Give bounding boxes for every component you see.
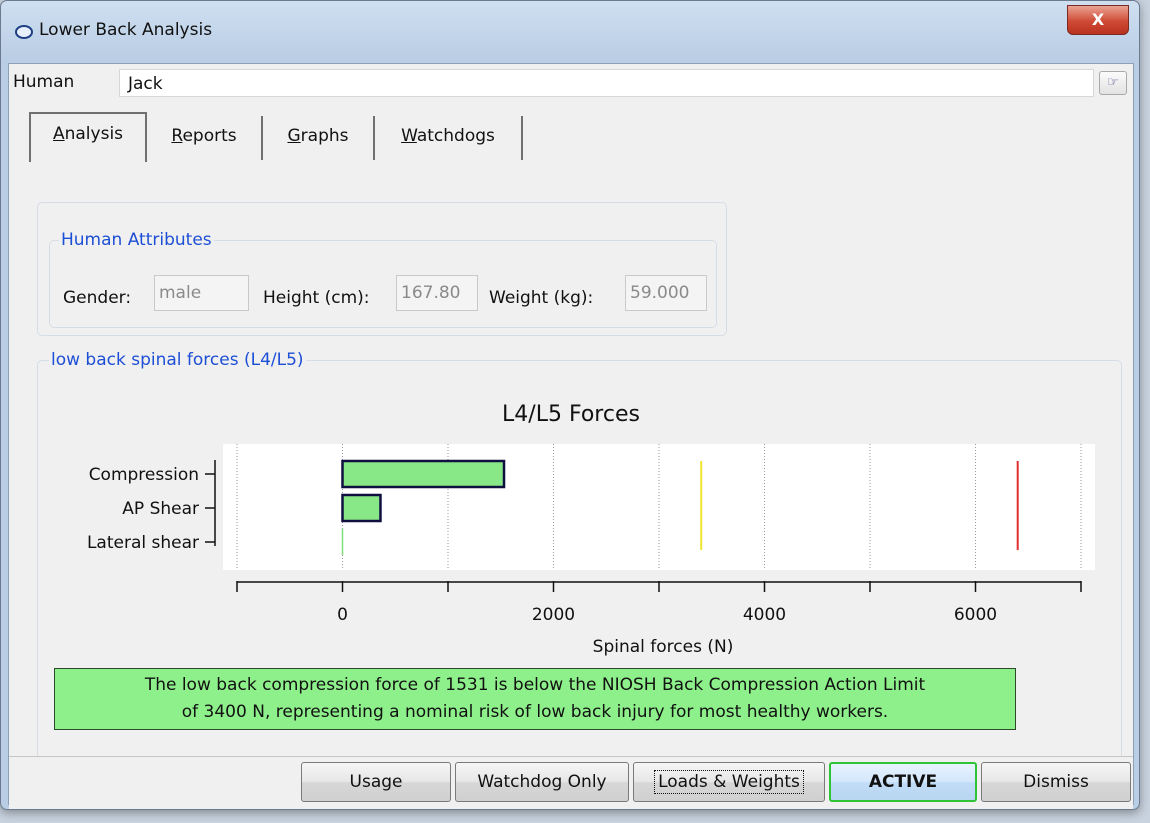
weight-label: Weight (kg): <box>489 288 594 308</box>
weight-field: 59.000 <box>625 275 707 311</box>
tab-watchdogs[interactable]: Watchdogs <box>375 116 523 160</box>
lower-back-analysis-window: Lower Back Analysis X Human Jack ☞ Analy… <box>0 0 1140 810</box>
human-label: Human <box>13 72 75 92</box>
tab-reports-mnemonic: R <box>171 126 183 146</box>
button-bar: Usage Watchdog Only Loads & Weights ACTI… <box>9 756 1133 809</box>
human-row: Human Jack ☞ <box>9 64 1133 98</box>
tab-graphs-mnemonic: G <box>287 126 301 146</box>
gender-label: Gender: <box>63 288 132 308</box>
window-title: Lower Back Analysis <box>39 20 213 40</box>
usage-button-label: Usage <box>349 772 403 792</box>
human-attributes-group <box>49 240 717 328</box>
dialog-client-area: Human Jack ☞ Analysis Reports Graphs Wat… <box>8 63 1134 809</box>
tab-analysis-label: nalysis <box>64 124 124 144</box>
x-tick-label: 6000 <box>954 605 997 625</box>
usage-button[interactable]: Usage <box>301 762 451 802</box>
close-button[interactable]: X <box>1067 5 1129 35</box>
tab-watchdogs-label: atchdogs <box>416 126 495 146</box>
gender-field: male <box>154 275 249 311</box>
active-button[interactable]: ACTIVE <box>829 762 977 802</box>
risk-message: The low back compression force of 1531 i… <box>54 668 1016 730</box>
risk-message-line2: of 3400 N, representing a nominal risk o… <box>181 702 889 722</box>
app-icon <box>15 25 33 39</box>
pointer-hand-icon: ☞ <box>1107 75 1119 90</box>
tab-graphs[interactable]: Graphs <box>263 116 375 160</box>
forces-chart: Compression AP Shear Lateral shear 0 2000 400… <box>87 444 1095 657</box>
x-axis-label: Spinal forces (N) <box>593 637 734 657</box>
y-tick-label: AP Shear <box>122 499 199 519</box>
watchdog-only-button-label: Watchdog Only <box>477 772 607 792</box>
loads-weights-button[interactable]: Loads & Weights <box>633 762 825 802</box>
loads-weights-button-label: Loads & Weights <box>654 770 804 794</box>
tab-analysis[interactable]: Analysis <box>29 112 147 162</box>
watchdog-only-button[interactable]: Watchdog Only <box>455 762 629 802</box>
chart-title: L4/L5 Forces <box>502 402 640 427</box>
pick-human-button[interactable]: ☞ <box>1099 71 1127 95</box>
dismiss-button[interactable]: Dismiss <box>981 762 1131 802</box>
tab-watchdogs-mnemonic: W <box>401 126 417 146</box>
human-attributes-title: Human Attributes <box>59 230 214 250</box>
bar-ap-shear <box>341 493 382 523</box>
x-tick-label: 4000 <box>743 605 786 625</box>
x-tick-label: 0 <box>337 605 348 625</box>
bar-compression <box>341 459 506 489</box>
height-label: Height (cm): <box>263 288 370 308</box>
y-tick-label: Lateral shear <box>87 533 199 553</box>
tab-reports[interactable]: Reports <box>147 116 263 160</box>
human-field[interactable]: Jack <box>119 69 1094 97</box>
height-field: 167.80 <box>396 275 478 311</box>
spinal-forces-title: low back spinal forces (L4/L5) <box>49 350 306 370</box>
risk-message-line1: The low back compression force of 1531 i… <box>144 675 926 695</box>
tab-graphs-label: raphs <box>300 126 349 146</box>
x-tick-label: 2000 <box>532 605 575 625</box>
human-value: Jack <box>128 74 163 94</box>
tab-analysis-mnemonic: A <box>52 124 65 144</box>
dismiss-button-label: Dismiss <box>1023 772 1089 792</box>
title-bar[interactable]: Lower Back Analysis X <box>1 1 1139 61</box>
tab-reports-label: eports <box>182 126 237 146</box>
active-button-label: ACTIVE <box>868 772 938 792</box>
y-tick-label: Compression <box>89 465 199 485</box>
